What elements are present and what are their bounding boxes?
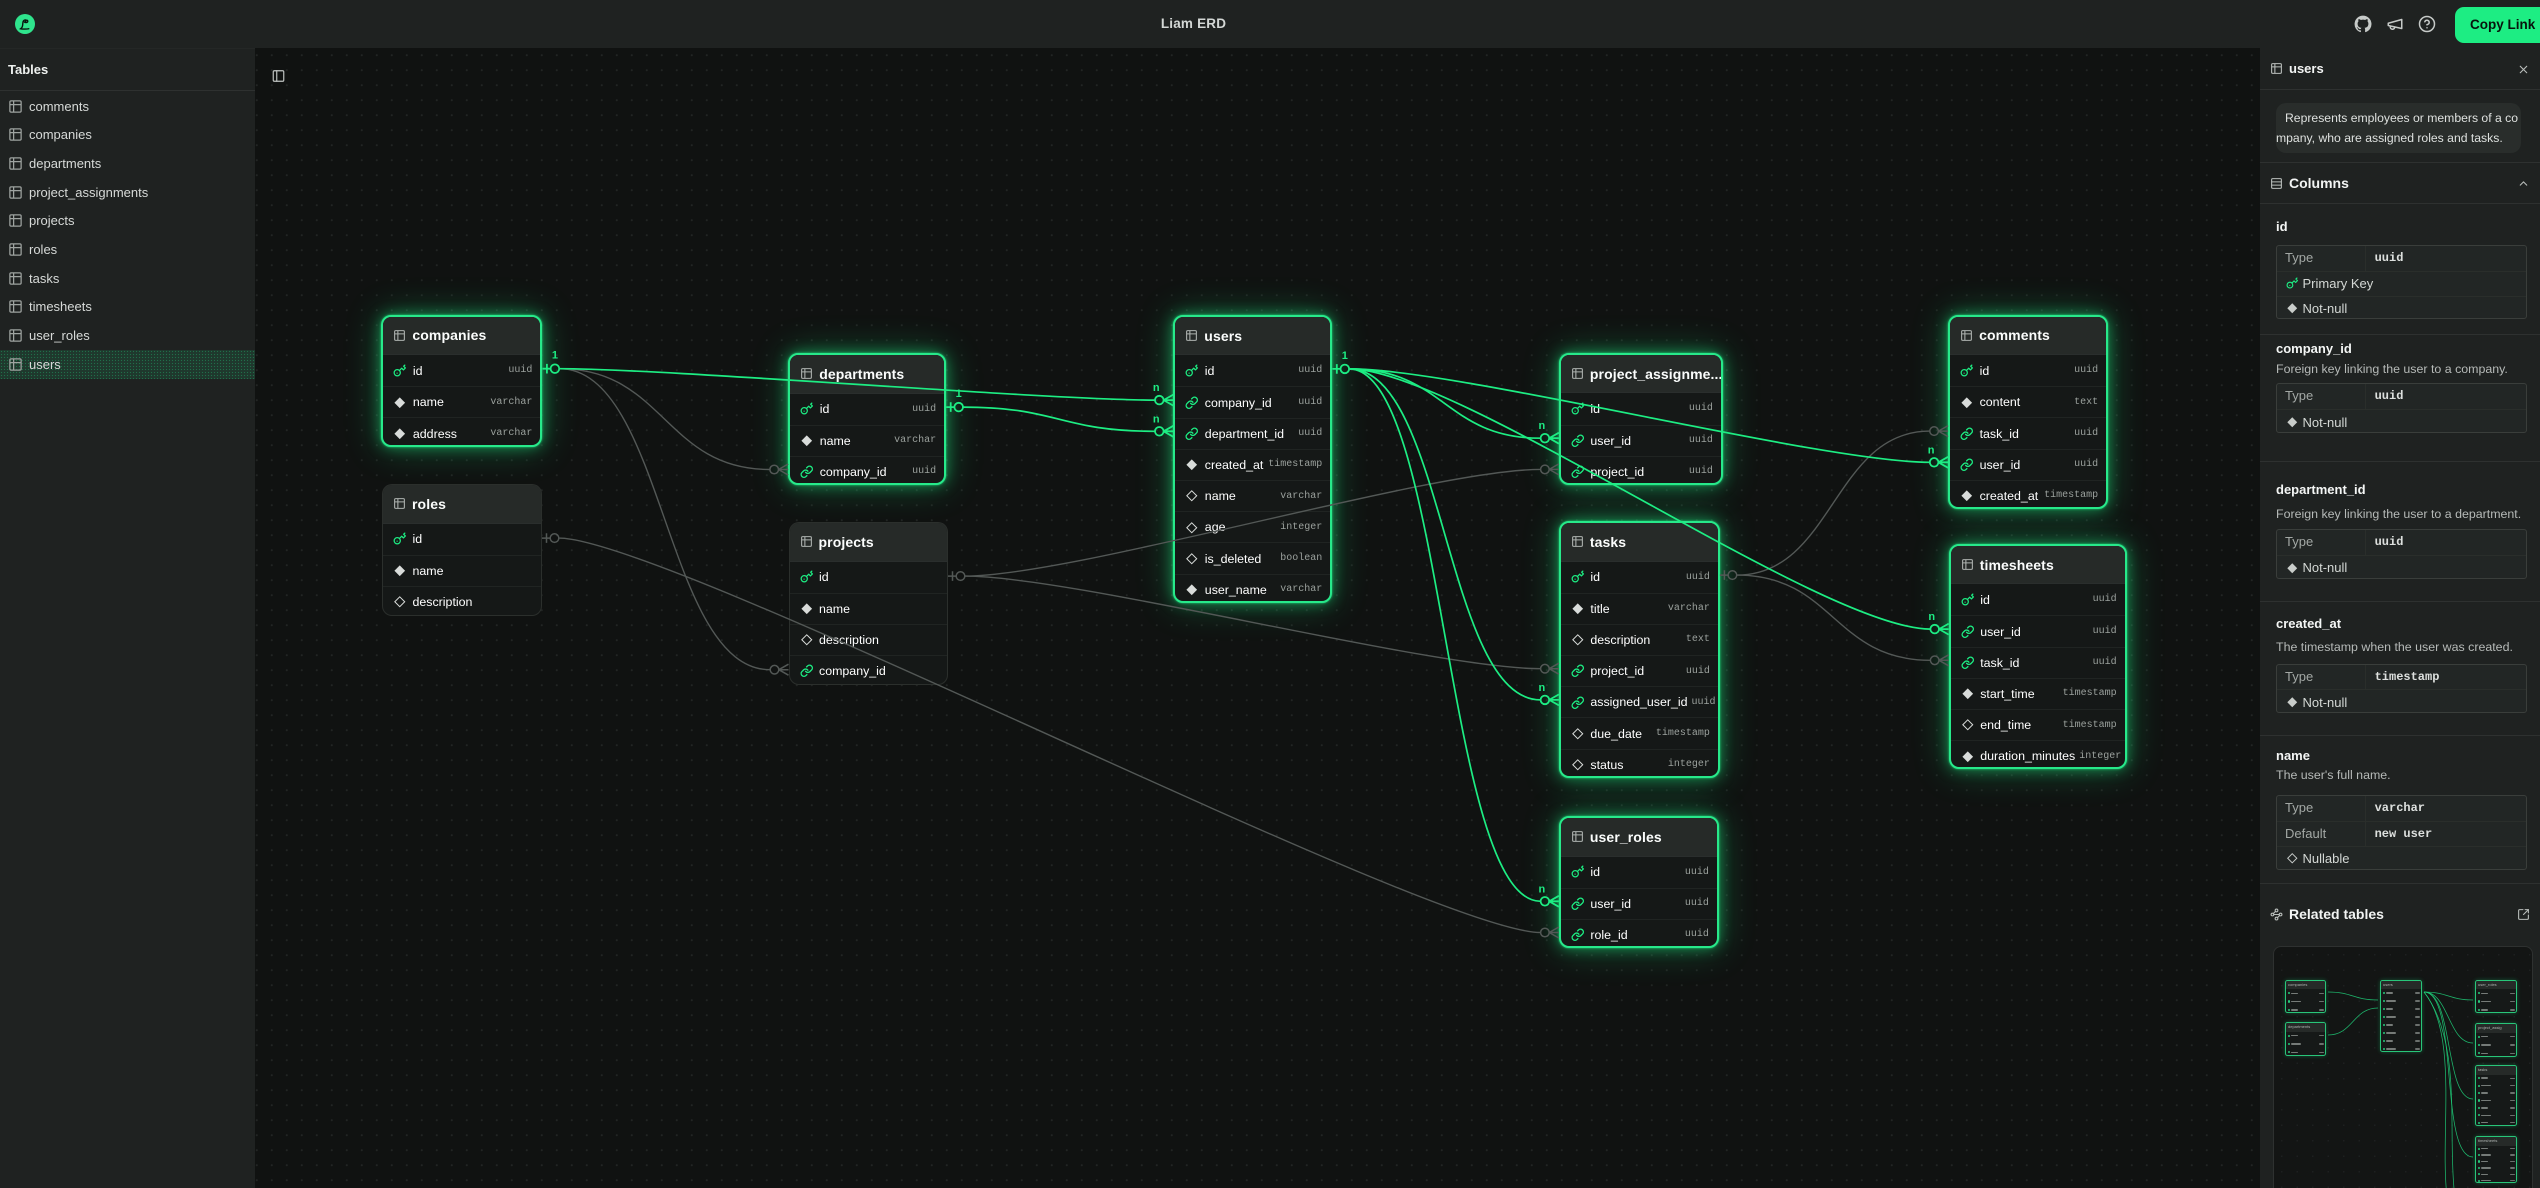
svg-text:n: n bbox=[1928, 444, 1935, 456]
svg-text:1: 1 bbox=[1342, 350, 1348, 362]
svg-text:n: n bbox=[1153, 413, 1160, 425]
svg-text:1: 1 bbox=[956, 388, 962, 400]
svg-text:n: n bbox=[1539, 682, 1546, 694]
svg-text:n: n bbox=[1539, 883, 1546, 895]
svg-text:1: 1 bbox=[552, 350, 558, 362]
svg-text:n: n bbox=[1153, 382, 1160, 394]
svg-text:n: n bbox=[1539, 420, 1546, 432]
svg-text:n: n bbox=[1928, 611, 1935, 623]
